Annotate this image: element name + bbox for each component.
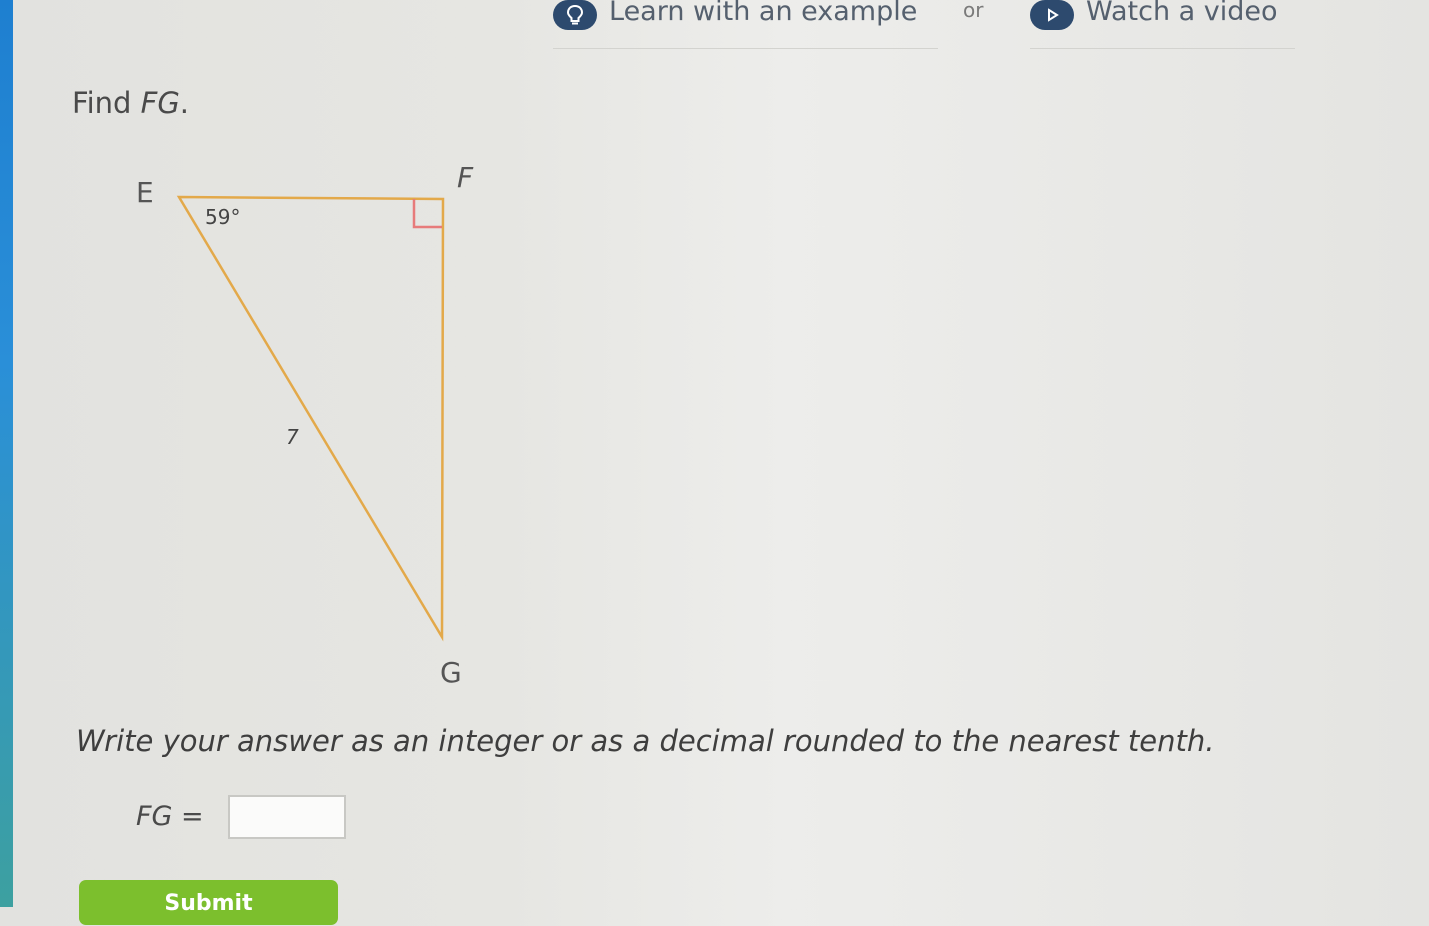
side-label-eg: 7 <box>286 425 299 449</box>
or-separator: or <box>963 0 984 22</box>
play-icon <box>1030 0 1074 30</box>
watch-video-label: Watch a video <box>1086 0 1278 27</box>
angle-label: 59° <box>205 205 240 229</box>
watch-video-link[interactable]: Watch a video <box>1030 0 1295 49</box>
answer-variable: FG <box>136 801 173 832</box>
answer-equals: = <box>172 801 204 832</box>
triangle-diagram: E F G 59° 7 <box>136 161 474 689</box>
answer-label: FG = <box>136 801 204 832</box>
vertex-label-e: E <box>136 176 154 209</box>
learn-with-example-label: Learn with an example <box>609 0 918 27</box>
triangle-efg <box>176 195 445 642</box>
submit-button[interactable]: Submit <box>79 880 338 925</box>
answer-input[interactable] <box>228 795 346 839</box>
learn-with-example-link[interactable]: Learn with an example <box>553 0 938 49</box>
answer-instruction: Write your answer as an integer or as a … <box>76 724 1215 758</box>
right-angle-marker <box>412 199 442 229</box>
vertex-label-g: G <box>440 656 462 689</box>
vertex-label-f: F <box>457 161 474 194</box>
